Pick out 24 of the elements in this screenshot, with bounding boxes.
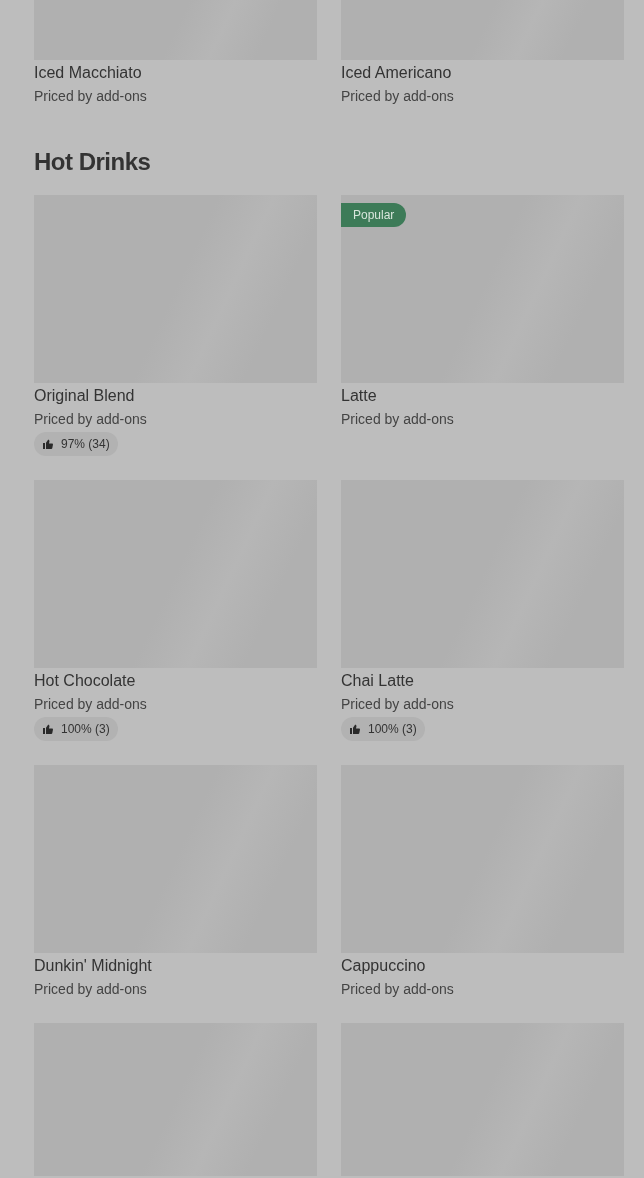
rating-text: 97% (34) xyxy=(61,436,110,453)
item-price: Priced by add-ons xyxy=(341,980,455,999)
rating-text: 100% (3) xyxy=(368,721,417,738)
item-name[interactable]: Cappuccino xyxy=(341,956,624,976)
item-name[interactable]: Hot Chocolate xyxy=(34,671,317,691)
thumbs-up-icon xyxy=(42,438,54,450)
popular-tag: Popular xyxy=(341,203,407,227)
item-name[interactable]: Iced Macchiato xyxy=(34,63,317,83)
item-price: Priced by add-ons xyxy=(34,410,148,429)
item-name[interactable]: Iced Americano xyxy=(341,63,624,83)
item-price: Priced by add-ons xyxy=(341,410,455,429)
item-price: Priced by add-ons xyxy=(341,87,455,106)
item-name[interactable]: Chai Latte xyxy=(341,671,624,691)
thumbs-up-icon xyxy=(349,723,361,735)
section-heading: Hot Drinks xyxy=(34,147,152,177)
item-price: Priced by add-ons xyxy=(341,695,455,714)
rating-text: 100% (3) xyxy=(61,721,110,738)
item-name[interactable]: Latte xyxy=(341,386,624,406)
item-name[interactable]: Original Blend xyxy=(34,386,317,406)
thumbs-up-icon xyxy=(42,723,54,735)
item-name[interactable]: Dunkin' Midnight xyxy=(34,956,317,976)
item-price: Priced by add-ons xyxy=(34,980,148,999)
item-price: Priced by add-ons xyxy=(34,87,148,106)
item-price: Priced by add-ons xyxy=(34,695,148,714)
